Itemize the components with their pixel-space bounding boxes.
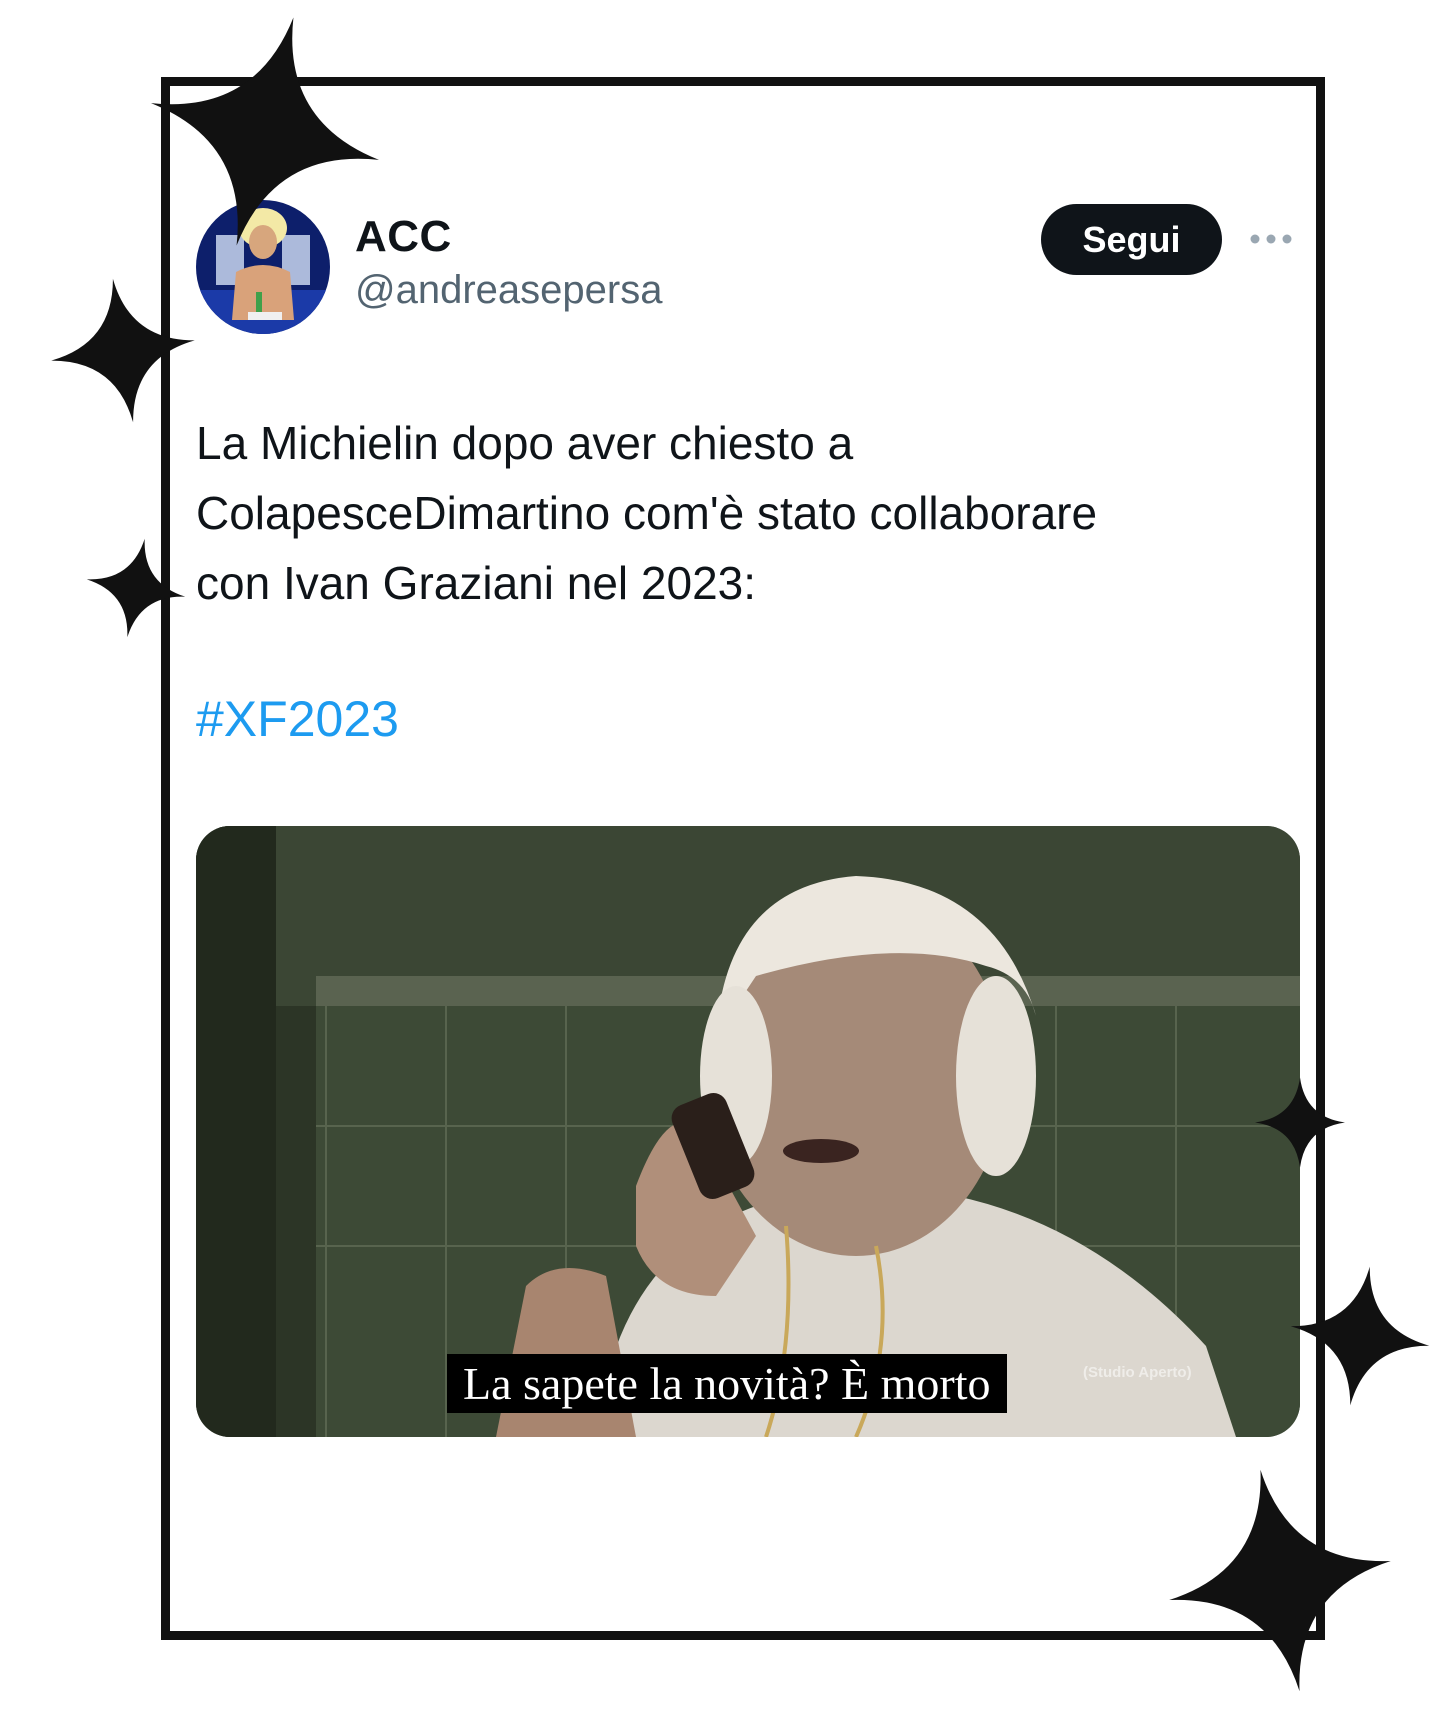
sparkle-star-icon xyxy=(1290,1262,1430,1410)
video-subtitle: La sapete la novità? È morto xyxy=(447,1354,1007,1413)
sparkle-star-icon xyxy=(140,14,390,249)
follow-button[interactable]: Segui xyxy=(1041,204,1222,275)
more-horizontal-icon[interactable] xyxy=(1248,224,1294,254)
sparkle-star-icon xyxy=(48,278,198,423)
sparkle-star-icon xyxy=(1255,1075,1345,1170)
sparkle-star-icon xyxy=(1165,1468,1395,1693)
tweet-text: La Michielin dopo aver chiesto a Colapes… xyxy=(196,417,1098,609)
sparkle-star-icon xyxy=(86,538,186,638)
tv-watermark: (Studio Aperto) xyxy=(1083,1364,1192,1381)
hashtag-link[interactable]: #XF2023 xyxy=(196,690,399,748)
tweet-media-image[interactable]: La sapete la novità? È morto (Studio Ape… xyxy=(196,826,1300,1437)
user-handle[interactable]: @andreasepersa xyxy=(355,268,662,313)
